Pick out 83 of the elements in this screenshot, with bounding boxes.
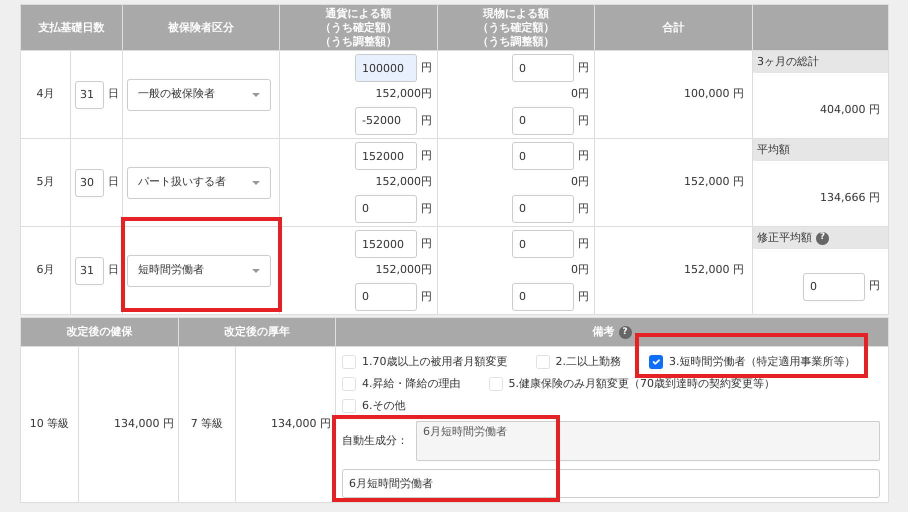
help-icon[interactable]: ? <box>618 326 632 338</box>
days-input[interactable]: 31 <box>75 80 104 108</box>
amount-input[interactable]: 0 <box>512 54 574 82</box>
checkbox-label[interactable]: 5.健康保険のみ月額変更（70歳到達時の契約変更等） <box>508 376 775 392</box>
unit-label: 日 <box>108 86 119 102</box>
caret-icon <box>252 268 260 272</box>
amount-input[interactable]: 0 <box>512 142 574 170</box>
checkbox-label[interactable]: 1.70歳以上の被用者月額変更 <box>362 354 508 370</box>
amount-input[interactable]: 0 <box>512 282 574 311</box>
amount-input[interactable]: 0 <box>512 106 574 135</box>
confirmed-amount: 0円 <box>571 262 589 278</box>
checkbox-label[interactable]: 2.二以上勤務 <box>556 354 621 370</box>
dropdown[interactable]: 一般の被保険者 <box>127 78 271 110</box>
total-amount: 152,000 円 <box>684 263 744 276</box>
column-header: （うち確定額） <box>476 20 556 34</box>
checkbox-label[interactable]: 3.短時間労働者（特定適用事業所等） <box>669 354 856 370</box>
checkbox-label[interactable]: 6.その他 <box>362 398 406 414</box>
amount-input[interactable]: 152000 <box>355 230 417 258</box>
column-header: 現物による額 <box>482 6 550 20</box>
confirmed-amount: 0円 <box>571 86 589 102</box>
confirmed-amount: 152,000円 <box>376 174 432 190</box>
help-icon[interactable]: ? <box>816 232 829 244</box>
unit-label: 日 <box>108 174 119 190</box>
auto-generated-label: 自動生成分： <box>342 432 408 449</box>
column-header: 改定後の厚年 <box>224 325 290 339</box>
days-input[interactable]: 30 <box>75 168 104 196</box>
checkbox[interactable] <box>649 355 663 369</box>
unit-label: 円 <box>869 278 880 294</box>
total-amount: 100,000 円 <box>684 87 744 100</box>
confirmed-amount: 152,000円 <box>376 86 432 102</box>
column-header: 改定後の健保 <box>66 325 132 339</box>
auto-generated-text: 6月短時間労働者 <box>416 421 880 461</box>
unit-label: 円 <box>421 148 432 164</box>
grade-label: 7 等級 <box>190 417 224 430</box>
total-amount: 152,000 円 <box>684 175 744 188</box>
grade-label: 10 等級 <box>30 417 70 430</box>
caret-icon <box>252 92 260 96</box>
amount-input[interactable]: -52000 <box>355 106 417 135</box>
average-input[interactable]: 0 <box>803 272 865 300</box>
column-header: 支払基礎日数 <box>38 20 106 34</box>
month-label: 5月 <box>36 175 54 188</box>
month-label: 4月 <box>36 87 54 100</box>
unit-label: 円 <box>421 112 432 128</box>
amount-input[interactable]: 0 <box>355 194 417 223</box>
column-header: （うち確定額） <box>319 20 398 34</box>
days-input[interactable]: 31 <box>75 256 104 284</box>
confirmed-amount: 0円 <box>571 174 589 190</box>
unit-label: 円 <box>578 148 589 164</box>
unit-label: 円 <box>421 200 432 216</box>
remarks-input[interactable]: 6月短時間労働者 <box>342 469 880 498</box>
amount-input[interactable]: 0 <box>512 230 574 258</box>
column-header: （うち調整額） <box>476 34 556 48</box>
unit-label: 日 <box>108 262 119 278</box>
dropdown[interactable]: パート扱いする者 <box>127 166 271 198</box>
column-header: 通貨による額 <box>324 6 392 20</box>
unit-label: 円 <box>421 288 432 304</box>
column-header: （うち調整額） <box>319 34 398 48</box>
amount-label: 134,000 円 <box>114 417 174 430</box>
summary-value: 404,000 円 <box>820 102 880 118</box>
summary-label: 平均額 <box>757 142 790 158</box>
unit-label: 円 <box>421 236 432 252</box>
amount-input[interactable]: 0 <box>512 194 574 223</box>
unit-label: 円 <box>421 60 432 76</box>
confirmed-amount: 152,000円 <box>376 262 432 278</box>
unit-label: 円 <box>578 60 589 76</box>
amount-input[interactable]: 152000 <box>355 142 417 170</box>
amount-input[interactable]: 100000 <box>355 54 417 82</box>
amount-label: 134,000 円 <box>271 417 331 430</box>
column-header: 被保険者区分 <box>166 20 235 34</box>
summary-value: 134,666 円 <box>820 190 880 206</box>
unit-label: 円 <box>578 112 589 128</box>
column-header: 備考 <box>592 325 614 339</box>
summary-label: 3ヶ月の総計 <box>757 54 819 70</box>
unit-label: 円 <box>578 236 589 252</box>
unit-label: 円 <box>578 200 589 216</box>
month-label: 6月 <box>36 263 54 276</box>
unit-label: 円 <box>578 288 589 304</box>
caret-icon <box>252 180 260 184</box>
checkbox-label[interactable]: 4.昇給・降給の理由 <box>362 376 460 392</box>
column-header: 合計 <box>661 20 686 34</box>
dropdown[interactable]: 短時間労働者 <box>127 254 271 286</box>
amount-input[interactable]: 0 <box>355 282 417 311</box>
summary-label: 修正平均額 <box>757 230 812 246</box>
